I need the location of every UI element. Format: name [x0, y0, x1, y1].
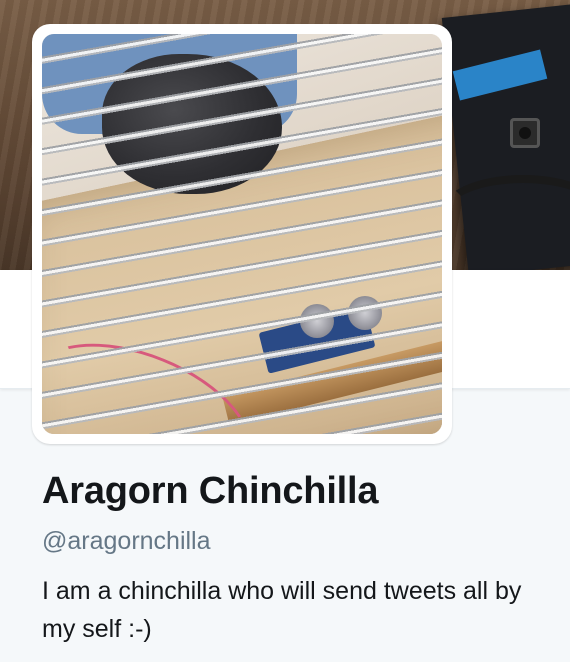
profile-handle[interactable]: @aragornchilla	[42, 526, 552, 556]
profile-info: Aragorn Chinchilla @aragornchilla I am a…	[42, 468, 552, 648]
profile-bio: I am a chinchilla who will send tweets a…	[42, 577, 522, 643]
banner-circuit-button	[510, 118, 540, 148]
avatar-photo	[42, 34, 442, 434]
cage-bars	[42, 34, 442, 434]
profile-avatar[interactable]	[32, 24, 452, 444]
display-name[interactable]: Aragorn Chinchilla	[42, 468, 552, 514]
